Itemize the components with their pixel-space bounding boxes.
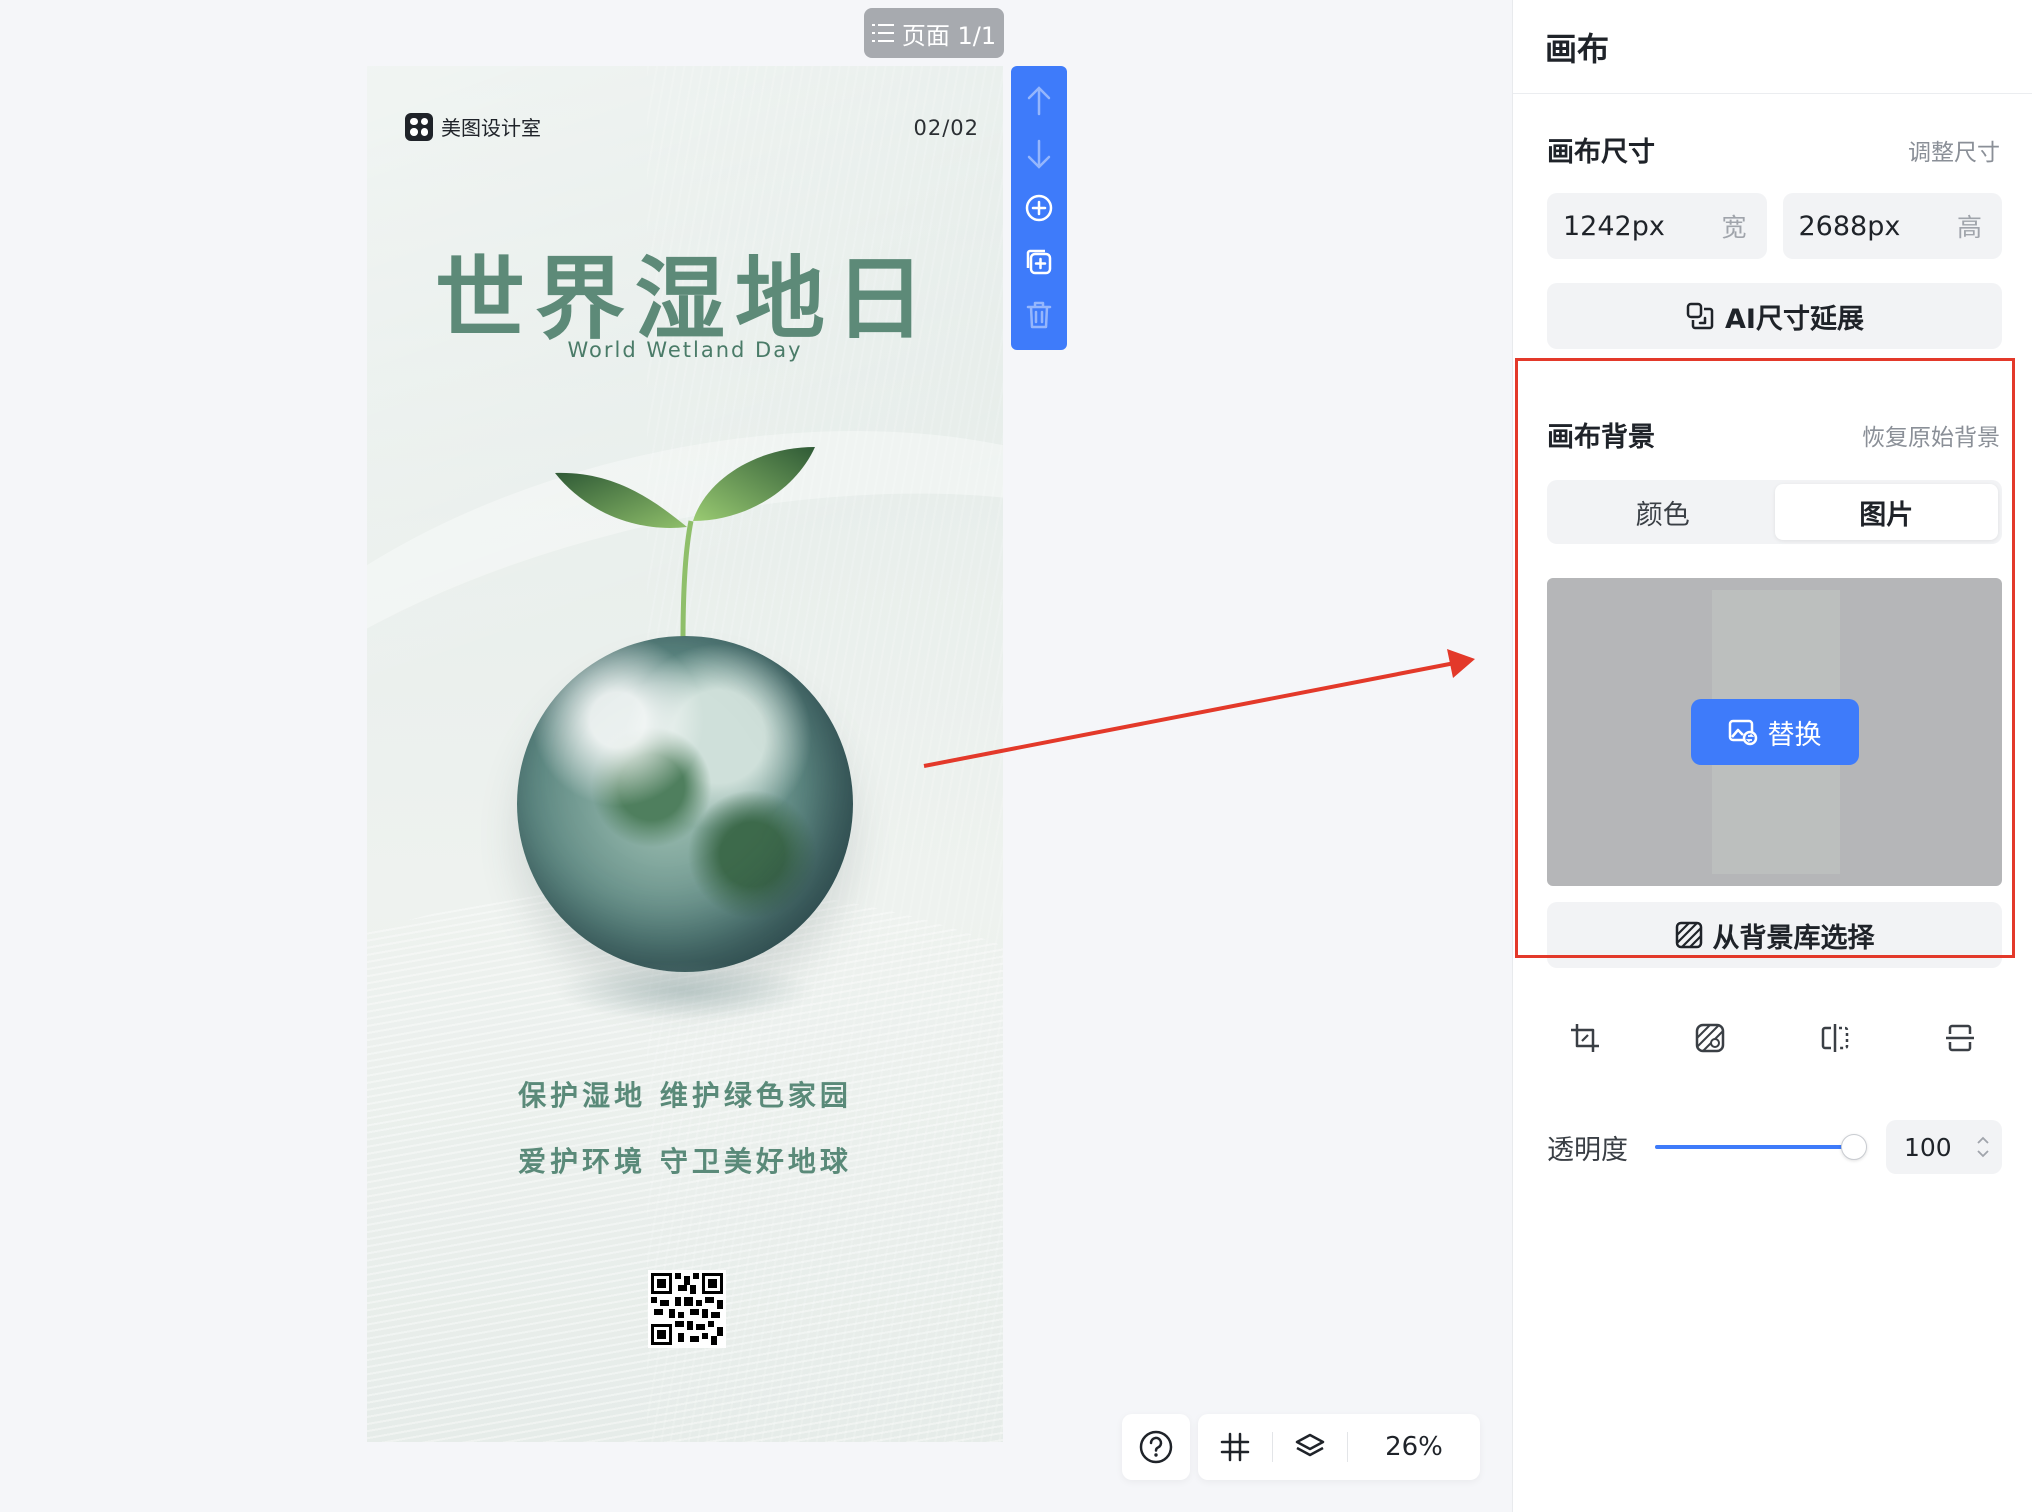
flip-vertical-button[interactable]: [1938, 1016, 1982, 1060]
grid-icon: [1220, 1432, 1250, 1462]
matting-button[interactable]: [1688, 1016, 1732, 1060]
layers-button[interactable]: [1273, 1414, 1347, 1480]
canvas-size-title: 画布尺寸: [1547, 137, 1655, 168]
duplicate-page-button[interactable]: [1019, 242, 1059, 282]
ai-size-extend-button[interactable]: AI尺寸延展: [1547, 283, 2002, 349]
crop-button[interactable]: [1563, 1016, 1607, 1060]
qr-code-icon: [651, 1273, 723, 1345]
add-page-icon: [1025, 194, 1053, 222]
opacity-label: 透明度: [1547, 1134, 1628, 1166]
panel-title: 画布: [1513, 0, 2032, 94]
image-tools-row: [1513, 1016, 2032, 1060]
height-field[interactable]: 2688px 高: [1782, 193, 2002, 259]
list-icon: [871, 24, 894, 42]
crop-icon: [1571, 1024, 1600, 1052]
matting-icon: [1695, 1023, 1725, 1053]
poster-brand[interactable]: 美图设计室: [405, 112, 541, 141]
page-indicator[interactable]: 页面 1/1: [864, 8, 1004, 58]
arrow-down-icon: [1027, 140, 1051, 170]
globe-image[interactable]: [515, 441, 855, 1021]
annotation-arrow: [923, 649, 1475, 768]
slider-knob[interactable]: [1841, 1134, 1867, 1160]
poster-title[interactable]: 世界湿地日: [367, 226, 1003, 356]
chevron-down-icon[interactable]: [1976, 1149, 1990, 1158]
move-page-down-button[interactable]: [1019, 134, 1059, 174]
slider-fill: [1655, 1145, 1854, 1149]
layers-icon: [1295, 1433, 1325, 1457]
qr-code[interactable]: [648, 1270, 726, 1348]
zoom-level[interactable]: 26%: [1348, 1432, 1480, 1462]
help-button[interactable]: [1122, 1414, 1190, 1480]
globe-reflection: [555, 961, 815, 1021]
canvas-size-header: 画布尺寸 调整尺寸: [1513, 130, 2032, 169]
resize-link[interactable]: 调整尺寸: [1908, 133, 2000, 167]
grid-button[interactable]: [1198, 1414, 1272, 1480]
earth-globe: [517, 636, 853, 972]
slogan-line-2[interactable]: 爱护环境 守卫美好地球: [367, 1140, 1003, 1180]
duplicate-page-icon: [1026, 249, 1052, 274]
height-value: 2688px: [1798, 210, 1901, 242]
flip-horizontal-button[interactable]: [1813, 1016, 1857, 1060]
brand-logo-icon: [405, 112, 433, 141]
add-page-button[interactable]: [1019, 188, 1059, 228]
width-field[interactable]: 1242px 宽: [1547, 193, 1767, 259]
delete-page-icon: [1026, 301, 1052, 329]
opacity-row: 透明度 100: [1513, 1120, 2032, 1174]
delete-page-button[interactable]: [1019, 295, 1059, 335]
chevron-up-icon[interactable]: [1976, 1136, 1990, 1145]
page-toolbar: [1011, 66, 1067, 350]
question-icon: [1139, 1430, 1173, 1464]
opacity-value: 100: [1904, 1132, 1952, 1162]
canvas-size-inputs: 1242px 宽 2688px 高: [1513, 193, 2032, 259]
zoom-toolbar: 26%: [1198, 1414, 1480, 1480]
ai-size-extend-label: AI尺寸延展: [1725, 303, 1864, 335]
width-value: 1242px: [1563, 210, 1665, 242]
brand-name: 美图设计室: [441, 116, 541, 140]
flip-vertical-icon: [1945, 1024, 1974, 1052]
poster-page-number[interactable]: 02/02: [913, 116, 979, 140]
page-indicator-label: 页面 1/1: [901, 21, 997, 50]
stepper-arrows[interactable]: [1976, 1136, 1990, 1158]
flip-horizontal-icon: [1821, 1024, 1849, 1052]
move-page-up-button[interactable]: [1019, 81, 1059, 121]
arrow-up-icon: [1027, 86, 1051, 116]
height-unit: 高: [1956, 213, 1982, 242]
slogan-line-1[interactable]: 保护湿地 维护绿色家园: [367, 1074, 1003, 1114]
poster-subtitle[interactable]: World Wetland Day: [367, 338, 1003, 362]
annotation-highlight-box: [1515, 358, 2015, 958]
sprout-icon: [555, 447, 815, 641]
opacity-slider[interactable]: [1655, 1132, 1867, 1162]
ai-extend-icon: [1686, 302, 1714, 330]
opacity-input[interactable]: 100: [1886, 1120, 2002, 1174]
width-unit: 宽: [1721, 213, 1747, 242]
